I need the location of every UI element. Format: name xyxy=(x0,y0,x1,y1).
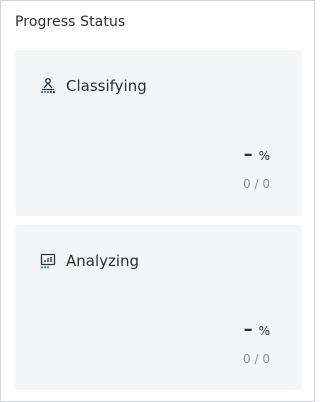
progress-count: 0 / 0 xyxy=(243,177,270,191)
progress-count: 0 / 0 xyxy=(243,352,270,366)
analytics-chart-icon xyxy=(39,252,57,270)
classifying-card: Classifying – % 0 / 0 xyxy=(15,50,302,216)
card-label-classifying: Classifying xyxy=(66,77,147,95)
card-header: Classifying xyxy=(39,76,147,96)
percent-value: – xyxy=(243,144,253,165)
card-header: Analyzing xyxy=(39,251,139,271)
percent-metric: – % xyxy=(244,321,270,339)
hierarchy-icon xyxy=(39,77,57,95)
panel-title: Progress Status xyxy=(15,14,126,30)
progress-status-panel: Progress Status Classifying – % 0 / 0 An… xyxy=(0,0,315,402)
analyzing-card: Analyzing – % 0 / 0 xyxy=(15,225,302,390)
percent-unit: % xyxy=(258,149,270,163)
percent-metric: – % xyxy=(244,146,270,164)
percent-value: – xyxy=(243,319,253,340)
percent-unit: % xyxy=(258,324,270,338)
card-label-analyzing: Analyzing xyxy=(66,252,140,270)
